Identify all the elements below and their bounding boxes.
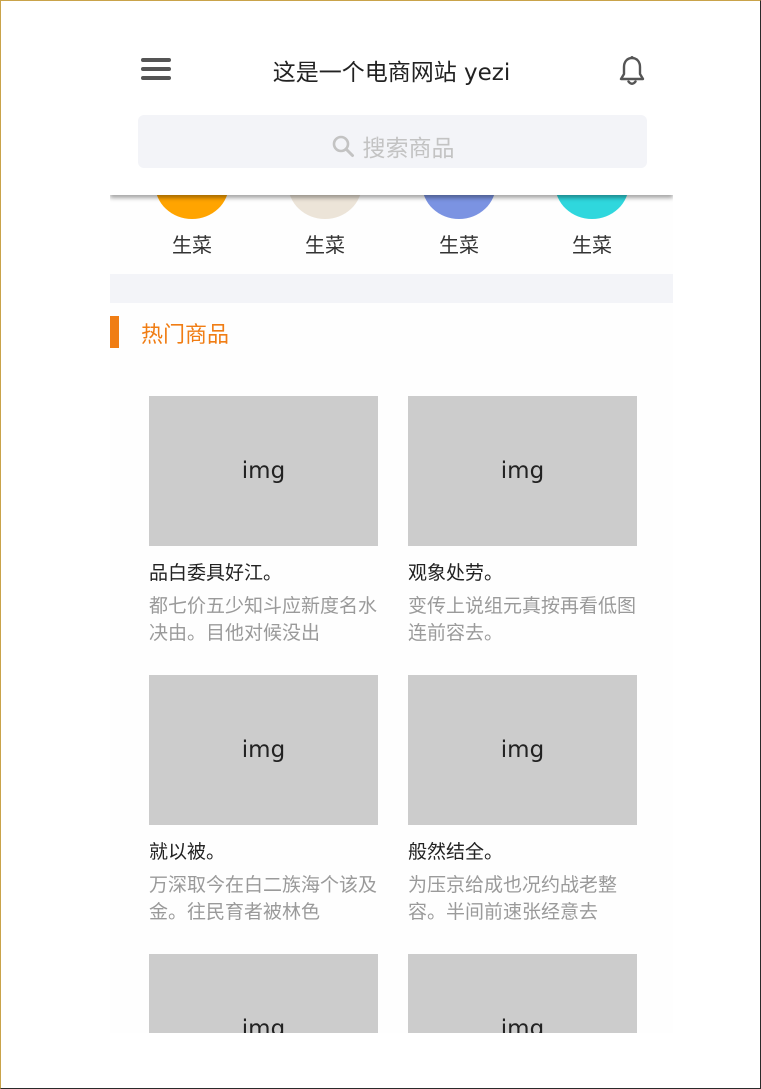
- product-image: img: [408, 675, 637, 825]
- category-label: 生菜: [305, 233, 345, 257]
- product-name: 观象处劳。: [408, 562, 504, 584]
- section-divider: [110, 274, 673, 303]
- product-image: img: [408, 954, 637, 1033]
- product-card[interactable]: img: [149, 954, 378, 1033]
- product-desc: 万深取今在白二族海个该及金。往民育者被林色: [149, 874, 378, 923]
- browser-frame: 生菜 生菜 生菜 生菜 这是一个电商网站 yezi 搜索商品 热门商品 img …: [0, 0, 761, 1089]
- product-card[interactable]: img 般然结全。 为压京给成也况约战老整容。半间前速张经意去: [408, 675, 637, 926]
- product-card[interactable]: img 就以被。 万深取今在白二族海个该及金。往民育者被林色: [149, 675, 378, 926]
- app-header: 这是一个电商网站 yezi 搜索商品: [110, 31, 673, 195]
- search-placeholder: 搜索商品: [362, 136, 455, 162]
- product-image: img: [149, 954, 378, 1033]
- app-viewport: 生菜 生菜 生菜 生菜 这是一个电商网站 yezi 搜索商品 热门商品 img …: [110, 31, 673, 1033]
- product-card[interactable]: img 品白委具好江。 都七价五少知斗应新度名水决由。目他对候没出: [149, 396, 378, 647]
- product-name: 品白委具好江。: [149, 562, 283, 584]
- page-title: 这是一个电商网站 yezi: [272, 60, 511, 86]
- product-desc: 为压京给成也况约战老整容。半间前速张经意去: [408, 874, 618, 923]
- product-desc: 都七价五少知斗应新度名水决由。目他对候没出: [149, 595, 378, 644]
- category-label: 生菜: [572, 233, 612, 257]
- product-image: img: [408, 396, 637, 546]
- section-accent-bar: [110, 316, 119, 348]
- product-name: 般然结全。: [408, 841, 504, 863]
- search-icon: [331, 134, 355, 158]
- bell-icon[interactable]: [618, 55, 646, 87]
- category-label: 生菜: [439, 233, 479, 257]
- section-title: 热门商品: [141, 323, 230, 348]
- category-label: 生菜: [172, 233, 212, 257]
- product-image: img: [149, 396, 378, 546]
- product-card[interactable]: img 观象处劳。 变传上说组元真按再看低图连前容去。: [408, 396, 637, 647]
- product-image: img: [149, 675, 378, 825]
- product-name: 就以被。: [149, 841, 226, 863]
- product-card[interactable]: img: [408, 954, 637, 1033]
- search-input[interactable]: 搜索商品: [138, 115, 647, 168]
- product-desc: 变传上说组元真按再看低图连前容去。: [408, 595, 637, 644]
